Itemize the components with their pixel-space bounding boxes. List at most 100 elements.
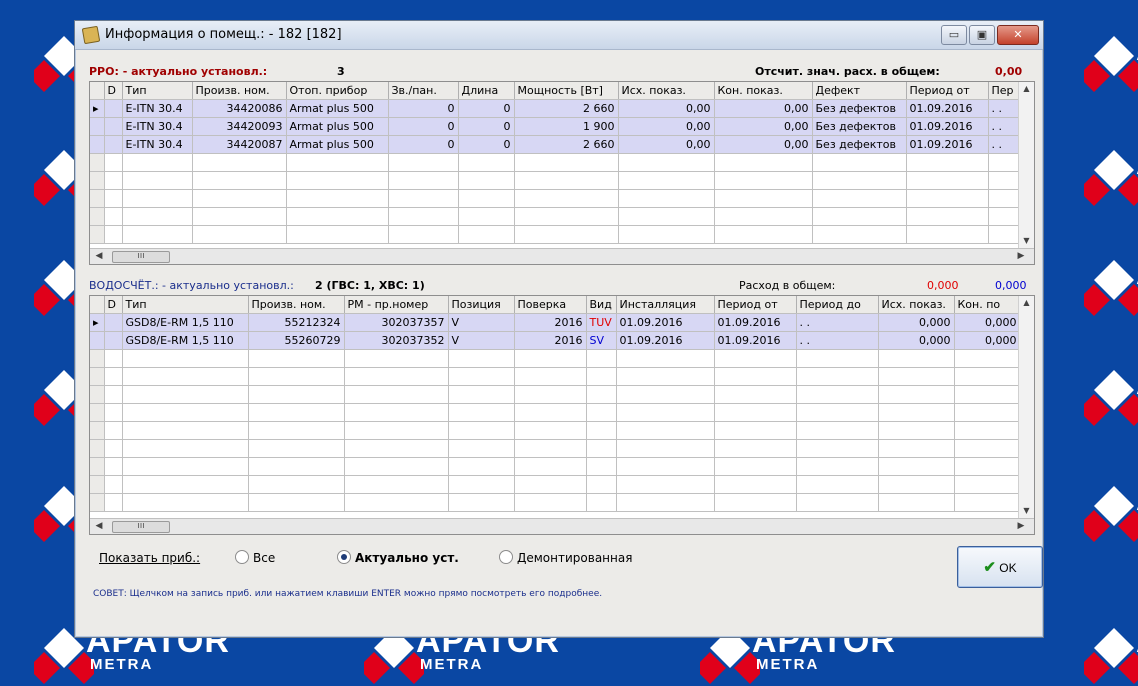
- maximize-button[interactable]: ▣: [969, 25, 995, 45]
- radio-all[interactable]: Все: [235, 550, 275, 565]
- table-cell: [988, 225, 1021, 244]
- scroll-up-icon[interactable]: ▲: [1019, 82, 1034, 96]
- column-header[interactable]: Длина: [458, 82, 515, 100]
- table-row[interactable]: [90, 475, 1021, 494]
- table-cell: . .: [796, 331, 879, 350]
- table-row[interactable]: GSD8/E-RM 1,5 110 55260729 302037352 V 2016 S…: [90, 331, 1021, 350]
- minimize-button[interactable]: ▭: [941, 25, 967, 45]
- column-header[interactable]: Исх. показ.: [618, 82, 715, 100]
- table-cell: [514, 457, 587, 476]
- table-row[interactable]: [90, 153, 1021, 172]
- table-row[interactable]: [90, 189, 1021, 208]
- scroll-thumb[interactable]: ııı: [112, 251, 170, 263]
- column-header[interactable]: Кон. по: [954, 296, 1021, 314]
- column-header[interactable]: Период до: [796, 296, 879, 314]
- column-header[interactable]: Кон. показ.: [714, 82, 813, 100]
- column-header[interactable]: Исх. показ.: [878, 296, 955, 314]
- column-header[interactable]: Дефект: [812, 82, 907, 100]
- table-row[interactable]: [90, 207, 1021, 226]
- column-header[interactable]: Зв./пан.: [388, 82, 459, 100]
- column-header[interactable]: Произв. ном.: [248, 296, 345, 314]
- table-cell: [344, 421, 449, 440]
- table-row[interactable]: [90, 225, 1021, 244]
- table-cell: [192, 153, 287, 172]
- water-grid[interactable]: D Тип Произв. ном. PM - пр.номер Позиция Пове…: [89, 295, 1035, 535]
- window-title: Информация о помещ.: - 182 [182]: [105, 27, 342, 42]
- table-row[interactable]: [90, 421, 1021, 440]
- scroll-thumb[interactable]: ııı: [112, 521, 170, 533]
- rpo-horizontal-scrollbar[interactable]: ◀ ııı ▶: [90, 248, 1034, 264]
- scroll-left-icon[interactable]: ◀: [92, 249, 106, 264]
- table-row[interactable]: [90, 493, 1021, 512]
- column-header[interactable]: Отоп. прибор: [286, 82, 389, 100]
- table-cell: . .: [988, 135, 1021, 154]
- table-row[interactable]: E-ITN 30.4 34420093 Armat plus 500 0 0 1 900 0…: [90, 117, 1021, 136]
- table-row[interactable]: [90, 367, 1021, 386]
- scroll-left-icon[interactable]: ◀: [92, 519, 106, 534]
- table-row[interactable]: [90, 349, 1021, 368]
- table-row[interactable]: ▸ E-ITN 30.4 34420086 Armat plus 500 0 0 2 660…: [90, 99, 1021, 118]
- table-cell: [104, 171, 123, 190]
- table-cell: . .: [796, 313, 879, 332]
- table-cell: [714, 367, 797, 386]
- radio-actual[interactable]: Актуально уст.: [337, 550, 459, 565]
- table-cell: [192, 225, 287, 244]
- table-cell: [122, 189, 193, 208]
- table-cell: [954, 493, 1021, 512]
- table-row[interactable]: [90, 439, 1021, 458]
- column-header[interactable]: D: [104, 82, 123, 100]
- column-header[interactable]: Пер: [988, 82, 1021, 100]
- table-cell: [122, 457, 249, 476]
- rpo-vertical-scrollbar[interactable]: ▲ ▼: [1018, 82, 1034, 248]
- water-vertical-scrollbar[interactable]: ▲ ▼: [1018, 296, 1034, 518]
- column-header[interactable]: Тип: [122, 82, 193, 100]
- table-cell: [344, 475, 449, 494]
- table-cell: [878, 349, 955, 368]
- column-header[interactable]: Период от: [714, 296, 797, 314]
- table-row[interactable]: [90, 385, 1021, 404]
- table-row[interactable]: ▸ GSD8/E-RM 1,5 110 55212324 302037357 V 2016…: [90, 313, 1021, 332]
- table-row[interactable]: [90, 171, 1021, 190]
- table-row[interactable]: [90, 457, 1021, 476]
- column-header[interactable]: Инсталляция: [616, 296, 715, 314]
- table-row[interactable]: E-ITN 30.4 34420087 Armat plus 500 0 0 2 660 0…: [90, 135, 1021, 154]
- rpo-total-value: 0,00: [995, 65, 1023, 78]
- table-cell: [796, 475, 879, 494]
- scroll-down-icon[interactable]: ▼: [1019, 234, 1034, 248]
- column-header[interactable]: Позиция: [448, 296, 515, 314]
- column-header[interactable]: Период от: [906, 82, 989, 100]
- scroll-right-icon[interactable]: ▶: [1014, 249, 1028, 264]
- table-cell: [714, 385, 797, 404]
- table-cell: [514, 207, 619, 226]
- table-cell: [448, 403, 515, 422]
- table-row[interactable]: [90, 403, 1021, 422]
- column-header[interactable]: Произв. ном.: [192, 82, 287, 100]
- table-cell: 01.09.2016: [616, 331, 715, 350]
- table-cell: [878, 403, 955, 422]
- column-header[interactable]: D: [104, 296, 123, 314]
- scroll-right-icon[interactable]: ▶: [1014, 519, 1028, 534]
- scroll-down-icon[interactable]: ▼: [1019, 504, 1034, 518]
- table-cell: [104, 475, 123, 494]
- column-header[interactable]: Поверка: [514, 296, 587, 314]
- radio-dismounted[interactable]: Демонтированная: [499, 550, 632, 565]
- scroll-up-icon[interactable]: ▲: [1019, 296, 1034, 310]
- column-header[interactable]: PM - пр.номер: [344, 296, 449, 314]
- table-cell: [812, 171, 907, 190]
- water-horizontal-scrollbar[interactable]: ◀ ııı ▶: [90, 518, 1034, 534]
- column-header[interactable]: Мощность [Вт]: [514, 82, 619, 100]
- column-header[interactable]: Тип: [122, 296, 249, 314]
- title-bar[interactable]: Информация о помещ.: - 182 [182] ▭ ▣ ✕: [75, 21, 1043, 50]
- close-button[interactable]: ✕: [997, 25, 1039, 45]
- brand-subtitle: METRA: [90, 656, 154, 673]
- table-cell: [618, 225, 715, 244]
- column-header[interactable]: Вид: [586, 296, 617, 314]
- ok-button[interactable]: ✔ OK: [957, 546, 1043, 588]
- table-cell: 2 660: [514, 135, 619, 154]
- table-cell: [104, 331, 123, 350]
- table-cell: [954, 367, 1021, 386]
- table-cell: [988, 207, 1021, 226]
- rpo-grid[interactable]: D Тип Произв. ном. Отоп. прибор Зв./пан. Длин…: [89, 81, 1035, 265]
- table-cell: [714, 349, 797, 368]
- table-cell: [458, 189, 515, 208]
